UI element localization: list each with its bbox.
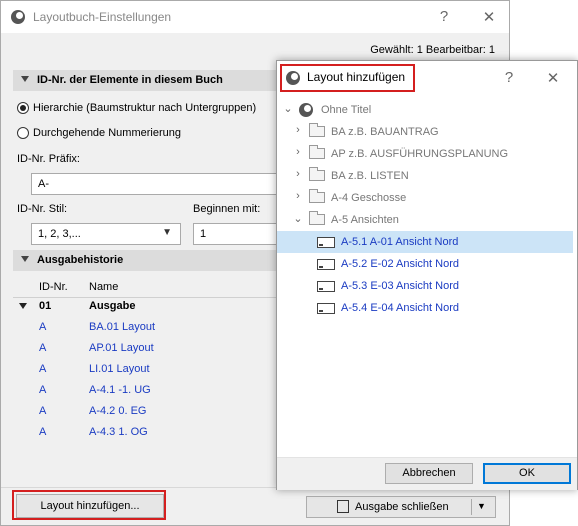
row-id: A bbox=[39, 363, 47, 375]
table-row[interactable]: A LI.01 Layout bbox=[21, 359, 279, 380]
prefix-label: ID-Nr. Präfix: bbox=[17, 153, 80, 165]
tree-item-label: BA z.B. LISTEN bbox=[331, 170, 409, 182]
tree-item-layout[interactable]: A-5.4 E-04 Ansicht Nord bbox=[277, 297, 573, 319]
chevron-right-icon[interactable]: › bbox=[293, 146, 303, 158]
folder-icon bbox=[309, 145, 325, 159]
tree-item-layout[interactable]: A-5.1 A-01 Ansicht Nord bbox=[277, 231, 573, 253]
close-icon[interactable]: ✕ bbox=[543, 69, 563, 87]
tree-item-root[interactable]: ⌄ Ohne Titel bbox=[277, 99, 573, 121]
start-label: Beginnen mit: bbox=[193, 203, 261, 215]
collapse-triangle-icon bbox=[21, 256, 29, 262]
table-row[interactable]: A A-4.3 1. OG bbox=[21, 422, 279, 443]
start-input[interactable]: 1 bbox=[193, 223, 281, 245]
tree-item-label: A-4 Geschosse bbox=[331, 192, 407, 204]
tree-item-folder[interactable]: › AP z.B. AUSFÜHRUNGSPLANUNG bbox=[277, 143, 573, 165]
tree-item-label: A-5.4 E-04 Ansicht Nord bbox=[341, 302, 460, 314]
book-icon bbox=[337, 500, 349, 513]
style-label: ID-Nr. Stil: bbox=[17, 203, 68, 215]
radio-hierarchy[interactable] bbox=[17, 102, 29, 114]
collapse-triangle-icon bbox=[21, 76, 29, 82]
tree-item-layout[interactable]: A-5.3 E-03 Ansicht Nord bbox=[277, 275, 573, 297]
layout-icon bbox=[317, 237, 335, 248]
dialog-footer: Abbrechen OK bbox=[277, 457, 577, 490]
app-logo-icon bbox=[286, 71, 300, 85]
title-bar: Layoutbuch-Einstellungen ? ✕ bbox=[1, 1, 509, 33]
column-header-id: ID-Nr. bbox=[39, 281, 68, 293]
layout-icon bbox=[317, 303, 335, 314]
row-id: A bbox=[39, 384, 47, 396]
group-id: 01 bbox=[39, 300, 52, 312]
row-name: A-4.2 0. EG bbox=[89, 405, 147, 417]
table-row[interactable]: A AP.01 Layout bbox=[21, 338, 279, 359]
table-row[interactable]: A BA.01 Layout bbox=[21, 317, 279, 338]
row-name: BA.01 Layout bbox=[89, 321, 156, 333]
section-title: Ausgabehistorie bbox=[37, 254, 124, 266]
prefix-input[interactable]: A- bbox=[31, 173, 281, 195]
close-issue-button[interactable]: Ausgabe schließen ▼ bbox=[306, 496, 496, 518]
tree-item-label: AP z.B. AUSFÜHRUNGSPLANUNG bbox=[331, 148, 509, 160]
help-button[interactable]: ? bbox=[434, 8, 454, 25]
table-row[interactable]: A A-4.2 0. EG bbox=[21, 401, 279, 422]
folder-icon bbox=[309, 123, 325, 137]
close-issue-label: Ausgabe schließen bbox=[355, 501, 449, 513]
style-select-value: 1, 2, 3,... bbox=[38, 228, 81, 240]
tree-item-label: BA z.B. BAUANTRAG bbox=[331, 126, 439, 138]
row-name: LI.01 Layout bbox=[89, 363, 150, 375]
chevron-down-icon[interactable]: ⌄ bbox=[283, 102, 293, 115]
section-title: ID-Nr. der Elemente in diesem Buch bbox=[37, 74, 223, 86]
row-name: AP.01 Layout bbox=[89, 342, 154, 354]
tree-item-label: A-5.3 E-03 Ansicht Nord bbox=[341, 280, 460, 292]
layout-icon bbox=[317, 281, 335, 292]
history-table-header: ID-Nr. Name bbox=[21, 277, 279, 298]
table-row[interactable]: A A-4.1 -1. UG bbox=[21, 380, 279, 401]
tree-item-folder[interactable]: › BA z.B. BAUANTRAG bbox=[277, 121, 573, 143]
group-name: Ausgabe bbox=[89, 300, 136, 312]
row-name: A-4.1 -1. UG bbox=[89, 384, 151, 396]
chevron-right-icon[interactable]: › bbox=[293, 124, 303, 136]
close-icon[interactable]: ✕ bbox=[479, 8, 499, 26]
row-id: A bbox=[39, 405, 47, 417]
ok-button[interactable]: OK bbox=[483, 463, 571, 484]
tree-item-folder[interactable]: › BA z.B. LISTEN bbox=[277, 165, 573, 187]
radio-continuous[interactable] bbox=[17, 127, 29, 139]
layout-icon bbox=[317, 259, 335, 270]
row-name: A-4.3 1. OG bbox=[89, 426, 148, 438]
chevron-down-icon[interactable]: ⌄ bbox=[293, 212, 303, 225]
style-select[interactable]: 1, 2, 3,... ▼ bbox=[31, 223, 181, 245]
radio-hierarchy-label: Hierarchie (Baumstruktur nach Untergrupp… bbox=[33, 102, 257, 114]
app-logo-icon bbox=[11, 10, 25, 24]
chevron-down-icon[interactable]: ▼ bbox=[477, 501, 486, 511]
radio-continuous-label: Durchgehende Nummerierung bbox=[33, 127, 181, 139]
cancel-button[interactable]: Abbrechen bbox=[385, 463, 473, 484]
tree-item-label: Ohne Titel bbox=[321, 104, 372, 116]
chevron-right-icon[interactable]: › bbox=[293, 168, 303, 180]
highlight-frame bbox=[12, 490, 166, 520]
row-id: A bbox=[39, 426, 47, 438]
history-group-row[interactable]: 01 Ausgabe bbox=[19, 296, 279, 317]
folder-icon bbox=[309, 211, 325, 225]
tree-item-label: A-5.2 E-02 Ansicht Nord bbox=[341, 258, 460, 270]
expand-triangle-icon bbox=[19, 303, 27, 309]
dialog-title: Layoutbuch-Einstellungen bbox=[33, 10, 172, 24]
selection-status: Gewählt: 1 Bearbeitbar: 1 bbox=[370, 44, 495, 56]
folder-icon bbox=[309, 189, 325, 203]
divider bbox=[471, 499, 472, 515]
id-section-header[interactable]: ID-Nr. der Elemente in diesem Buch bbox=[13, 70, 277, 91]
add-layout-dialog: Layout hinzufügen ? ✕ ⌄ Ohne Titel › BA … bbox=[276, 60, 578, 490]
tree-item-layout[interactable]: A-5.2 E-02 Ansicht Nord bbox=[277, 253, 573, 275]
help-button[interactable]: ? bbox=[499, 69, 519, 86]
row-id: A bbox=[39, 321, 47, 333]
tree-item-label: A-5.1 A-01 Ansicht Nord bbox=[341, 236, 459, 248]
app-logo-icon bbox=[299, 103, 313, 117]
chevron-down-icon: ▼ bbox=[162, 227, 172, 238]
dialog-title: Layout hinzufügen bbox=[307, 70, 406, 84]
folder-icon bbox=[309, 167, 325, 181]
history-section-header[interactable]: Ausgabehistorie bbox=[13, 250, 277, 271]
tree-item-folder[interactable]: › A-4 Geschosse bbox=[277, 187, 573, 209]
chevron-right-icon[interactable]: › bbox=[293, 190, 303, 202]
tree-item-label: A-5 Ansichten bbox=[331, 214, 399, 226]
tree-item-folder[interactable]: ⌄ A-5 Ansichten bbox=[277, 209, 573, 231]
row-id: A bbox=[39, 342, 47, 354]
column-header-name: Name bbox=[89, 281, 119, 293]
